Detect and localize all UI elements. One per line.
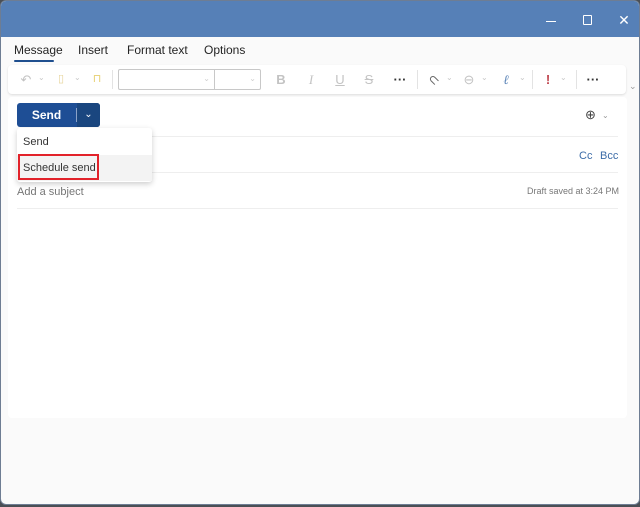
message-body[interactable] [17,210,618,410]
divider [417,70,418,89]
send-options-dropdown[interactable]: ⌄ [77,103,100,127]
bold-icon[interactable]: B [274,71,288,88]
undo-icon[interactable]: ↶ [18,71,34,88]
close-icon: ✕ [618,12,630,28]
italic-icon[interactable]: I [304,71,318,88]
more-formatting-icon[interactable]: ··· [391,71,409,88]
close-button[interactable]: ✕ [610,9,638,31]
bcc-button[interactable]: Bcc [600,150,618,162]
cc-button[interactable]: Cc [579,150,592,162]
font-size-select[interactable]: ⌄ [214,69,261,90]
minimize-button[interactable] [537,9,565,31]
attach-chevron-icon[interactable]: ⌄ [446,73,453,82]
title-bar[interactable]: ✕ [1,1,639,37]
chevron-down-icon: ⌄ [249,74,256,83]
tab-insert[interactable]: Insert [78,43,108,57]
tab-format-text[interactable]: Format text [127,43,188,57]
tab-options[interactable]: Options [204,43,245,57]
link-chevron-icon[interactable]: ⌄ [481,73,488,82]
font-family-select[interactable]: ⌄ [118,69,214,90]
chevron-down-icon: ⌄ [203,74,210,83]
format-painter-icon[interactable]: ⊓ [90,71,104,88]
undo-chevron-icon[interactable]: ⌄ [38,73,45,82]
paste-icon[interactable]: ▯ [53,71,69,88]
subject-input[interactable] [17,186,417,198]
send-options-menu: Send Schedule send [17,128,152,182]
importance-icon[interactable]: ! [542,71,554,88]
divider [17,208,618,209]
importance-chevron-icon[interactable]: ⌄ [560,73,567,82]
outlook-compose-window: ✕ Message Insert Format text Options ↶ ⌄… [0,0,640,505]
divider [576,70,577,89]
zoom-icon[interactable]: ⊕ [585,107,596,123]
more-options-icon[interactable]: ··· [584,71,602,88]
paste-chevron-icon[interactable]: ⌄ [74,73,81,82]
signature-icon[interactable]: ℓ [498,71,514,88]
ribbon-tabs: Message Insert Format text Options [1,37,639,64]
underline-icon[interactable]: U [333,71,347,88]
zoom-chevron-icon[interactable]: ⌄ [602,111,609,120]
ribbon-toolbar: ↶ ⌄ ▯ ⌄ ⊓ ⌄ ⌄ B I U S ··· ⊂ ⌄ ⊖ ⌄ ℓ ⌄ ! … [8,65,626,94]
minimize-icon [546,21,556,22]
ribbon-expand-chevron-icon[interactable]: ⌄ [629,81,637,92]
tab-message[interactable]: Message [14,43,63,57]
active-tab-indicator [14,60,54,62]
maximize-icon [583,15,592,25]
link-icon[interactable]: ⊖ [461,71,477,88]
signature-chevron-icon[interactable]: ⌄ [519,73,526,82]
strikethrough-icon[interactable]: S [362,71,376,88]
menu-item-send[interactable]: Send [17,129,152,155]
menu-item-schedule-send[interactable]: Schedule send [17,155,152,181]
divider [532,70,533,89]
chevron-down-icon: ⌄ [84,109,93,120]
draft-status: Draft saved at 3:24 PM [526,186,619,196]
attach-icon[interactable]: ⊂ [423,69,445,91]
maximize-button[interactable] [574,9,602,31]
send-split-button: Send ⌄ [17,103,100,127]
send-button[interactable]: Send [17,103,76,127]
divider [112,70,113,89]
